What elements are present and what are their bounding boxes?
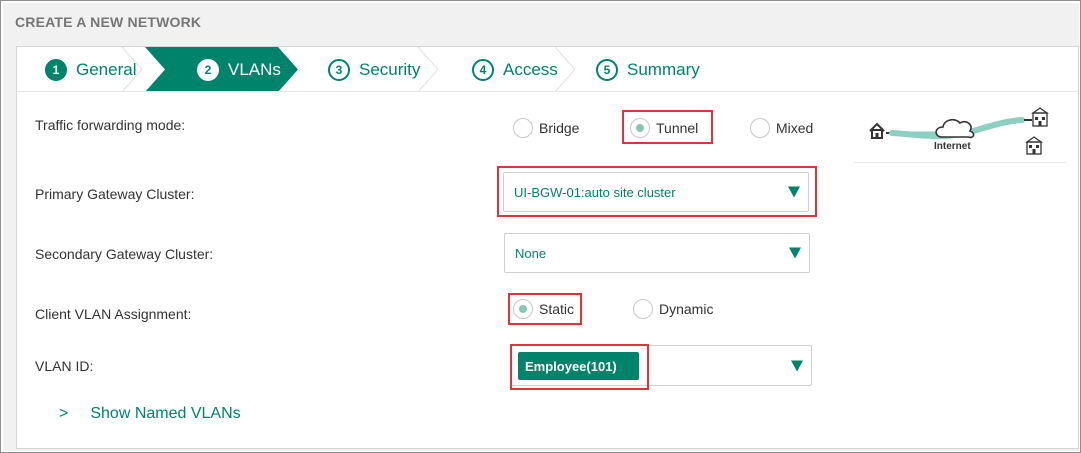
network-diagram: Internet: [854, 101, 1066, 163]
step-divider: [555, 47, 575, 92]
radio-selected-dot: [636, 124, 644, 132]
radio-circle: [630, 118, 650, 138]
radio-mixed[interactable]: Mixed: [750, 118, 813, 138]
step-label: General: [76, 59, 137, 79]
step-access[interactable]: 4 Access: [472, 47, 558, 92]
step-number: 5: [596, 58, 618, 81]
radio-bridge[interactable]: Bridge: [513, 118, 579, 138]
step-security[interactable]: 3 Security: [328, 47, 420, 92]
step-general[interactable]: 1 General: [45, 47, 136, 92]
select-value: UI-BGW-01:auto site cluster: [514, 184, 676, 200]
step-number: 2: [197, 58, 219, 81]
primary-gateway-label: Primary Gateway Cluster:: [35, 186, 195, 202]
radio-circle: [750, 118, 770, 138]
step-divider: [418, 47, 438, 92]
highlight-box: [510, 344, 649, 390]
step-vlans[interactable]: 2 VLANs: [197, 47, 281, 92]
radio-circle: [513, 299, 533, 319]
chevron-down-icon: [788, 186, 800, 198]
select-value: None: [515, 245, 547, 261]
step-number: 1: [45, 58, 67, 81]
wizard-steps: 1 General 2 VLANs 3 Security 4 Access 5 …: [16, 46, 1079, 92]
radio-label: Static: [539, 301, 575, 317]
step-summary[interactable]: 5 Summary: [596, 47, 700, 92]
internet-label: Internet: [934, 141, 971, 152]
chevron-down-icon: [789, 247, 801, 259]
radio-selected-dot: [519, 305, 527, 313]
chevron-down-icon: [791, 360, 803, 371]
radio-dynamic[interactable]: Dynamic: [633, 299, 713, 319]
building-icon: [1030, 107, 1050, 127]
radio-tunnel[interactable]: Tunnel: [630, 118, 698, 138]
step-label: Summary: [627, 59, 700, 79]
primary-gateway-select[interactable]: UI-BGW-01:auto site cluster: [503, 172, 809, 212]
diagram-graphic: [869, 107, 1050, 155]
chevron-right-icon: >: [59, 405, 69, 422]
radio-label: Bridge: [539, 120, 580, 136]
show-named-vlans-link[interactable]: > Show Named VLANs: [59, 405, 241, 423]
window-frame: CREATE A NEW NETWORK 1 General 2 VLANs 3…: [0, 0, 1081, 453]
cloud-icon: [935, 118, 975, 139]
traffic-forwarding-label: Traffic forwarding mode:: [35, 117, 186, 133]
page-title: CREATE A NEW NETWORK: [15, 14, 202, 30]
vlan-id-label: VLAN ID:: [35, 358, 94, 374]
show-named-vlans-label: Show Named VLANs: [90, 405, 241, 422]
radio-label: Mixed: [776, 120, 814, 136]
radio-circle: [633, 299, 653, 319]
step-number: 3: [328, 58, 350, 81]
radio-label: Tunnel: [656, 120, 699, 136]
building-icon: [1024, 136, 1044, 155]
step-label: Security: [359, 59, 421, 79]
secondary-gateway-select[interactable]: None: [504, 233, 810, 273]
radio-static[interactable]: Static: [513, 299, 574, 319]
radio-circle: [513, 118, 533, 138]
radio-label: Dynamic: [659, 301, 714, 317]
client-vlan-label: Client VLAN Assignment:: [35, 306, 192, 322]
step-label: VLANs: [228, 59, 281, 79]
step-label: Access: [503, 59, 558, 79]
secondary-gateway-label: Secondary Gateway Cluster:: [35, 246, 214, 262]
home-icon: [869, 122, 885, 139]
step-number: 4: [472, 58, 494, 81]
